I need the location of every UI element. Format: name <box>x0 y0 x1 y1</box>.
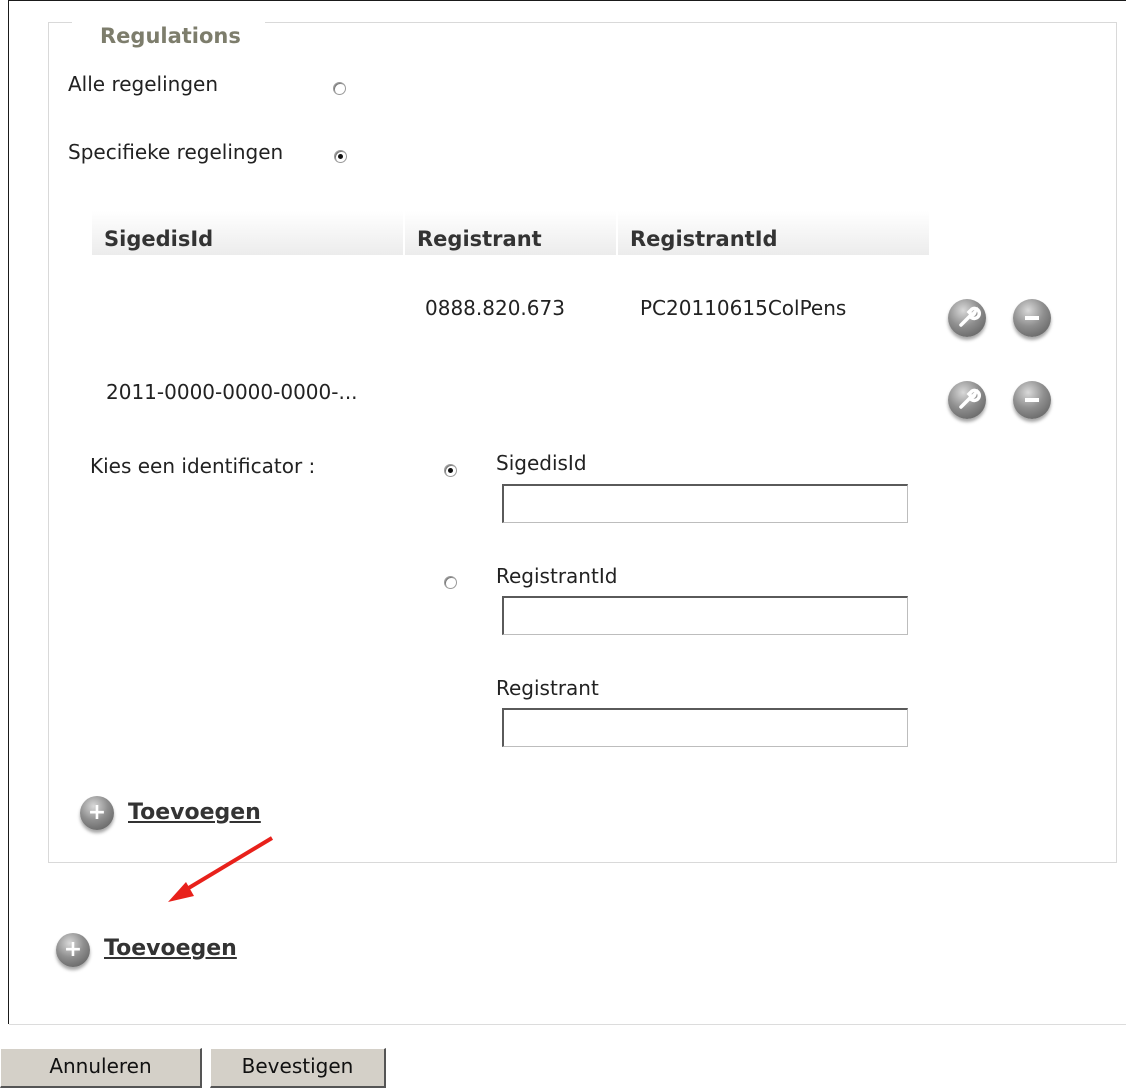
outer-add-link[interactable]: Toevoegen <box>104 936 237 961</box>
row2-sigedisid: 2011-0000-0000-0000-... <box>106 380 358 404</box>
minus-icon <box>1013 316 1051 343</box>
registrantid-radio[interactable] <box>444 576 457 589</box>
specific-regulations-label: Specifieke regelingen <box>68 140 284 164</box>
annotation-arrow <box>168 836 274 902</box>
registrant-input[interactable] <box>502 708 908 747</box>
all-regulations-label: Alle regelingen <box>68 72 219 96</box>
regulations-legend: Regulations <box>72 22 265 50</box>
choose-identifier-label: Kies een identificator : <box>90 454 316 478</box>
column-header-registrant: Registrant <box>405 211 616 255</box>
column-header-sigedisid: SigedisId <box>92 211 403 255</box>
registrantid-input[interactable] <box>502 596 908 635</box>
cancel-button[interactable]: Annuleren <box>0 1048 202 1088</box>
row1-registrant: 0888.820.673 <box>425 296 565 320</box>
row1-edit-button[interactable] <box>948 299 986 337</box>
sigedisid-radio[interactable] <box>444 464 457 477</box>
plus-icon: + <box>87 800 107 825</box>
registrantid-option-label: RegistrantId <box>496 564 618 588</box>
minus-icon <box>1013 398 1051 425</box>
wrench-icon <box>948 388 986 425</box>
sigedisid-option-label: SigedisId <box>496 451 587 475</box>
all-regulations-radio[interactable] <box>333 82 346 95</box>
wrench-icon <box>948 306 986 343</box>
specific-regulations-radio[interactable] <box>334 150 347 163</box>
inner-add-link[interactable]: Toevoegen <box>128 800 261 825</box>
row2-remove-button[interactable] <box>1013 381 1051 419</box>
registrant-label: Registrant <box>496 676 599 700</box>
row1-registrantid: PC20110615ColPens <box>640 296 847 320</box>
plus-icon: + <box>63 937 83 962</box>
inner-add-button-icon[interactable]: + <box>80 796 114 830</box>
row2-edit-button[interactable] <box>948 381 986 419</box>
outer-add-button-icon[interactable]: + <box>56 933 90 967</box>
confirm-button[interactable]: Bevestigen <box>210 1048 386 1088</box>
content-frame-bottom <box>9 1024 1126 1025</box>
column-header-registrantid: RegistrantId <box>618 211 929 255</box>
row1-remove-button[interactable] <box>1013 299 1051 337</box>
sigedisid-input[interactable] <box>502 484 908 523</box>
